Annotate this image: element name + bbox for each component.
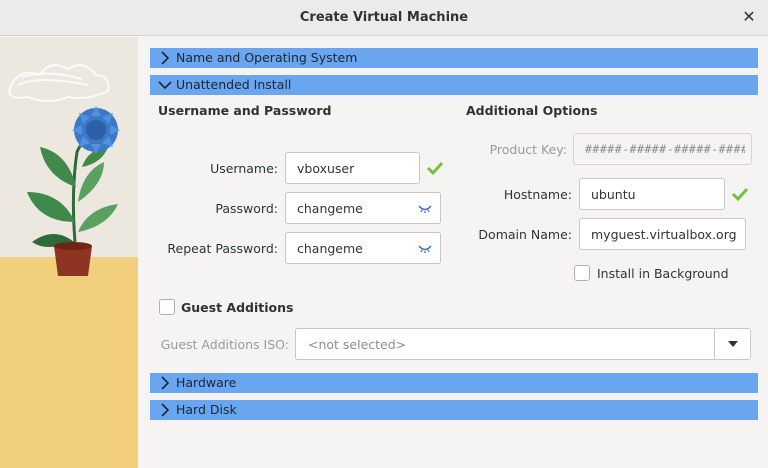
domain-name-label: Domain Name: [478,227,572,242]
username-field[interactable]: vboxuser [285,152,420,184]
hostname-value: ubuntu [591,187,636,202]
username-password-heading: Username and Password [158,103,332,118]
install-background-checkbox[interactable] [574,265,590,281]
section-hard-disk-label: Hard Disk [176,402,237,417]
eye-icon[interactable] [418,242,432,254]
domain-name-value: myguest.virtualbox.org [591,227,737,242]
guest-additions-checkbox[interactable] [159,299,175,315]
additional-options-heading: Additional Options [466,103,598,118]
title-bar: Create Virtual Machine ✕ [0,0,768,36]
dropdown-arrow-icon [728,341,738,347]
guest-additions-iso-value: <not selected> [308,337,407,352]
plant-illustration [0,37,138,468]
dropdown-button[interactable] [714,329,750,359]
chevron-right-icon [161,403,170,417]
guest-additions-iso-select[interactable]: <not selected> [295,328,751,360]
section-unattended-label: Unattended Install [176,77,292,92]
repeat-password-value: changeme [297,241,363,256]
username-label: Username: [210,161,278,176]
chevron-right-icon [161,376,170,390]
product-key-value: #####-#####-#####-#### [585,142,745,156]
install-background-label[interactable]: Install in Background [597,266,729,281]
username-value: vboxuser [297,161,355,176]
checkmark-icon [731,187,749,202]
product-key-label: Product Key: [489,142,567,157]
password-field[interactable]: changeme [285,192,441,224]
repeat-password-label: Repeat Password: [167,241,278,256]
password-value: changeme [297,201,363,216]
window-title: Create Virtual Machine [299,10,469,25]
section-hard-disk[interactable]: Hard Disk [150,400,758,420]
product-key-field: #####-#####-#####-#### [573,133,752,165]
chevron-down-icon [158,81,172,90]
close-icon[interactable]: ✕ [740,8,758,26]
section-name-os-label: Name and Operating System [176,50,358,65]
guest-additions-label[interactable]: Guest Additions [181,300,293,315]
eye-icon[interactable] [418,202,432,214]
section-hardware-label: Hardware [176,375,237,390]
hostname-field[interactable]: ubuntu [579,178,725,210]
guest-additions-iso-label: Guest Additions ISO: [160,337,289,352]
section-hardware[interactable]: Hardware [150,373,758,393]
repeat-password-field[interactable]: changeme [285,232,441,264]
plant-drawing [8,64,120,276]
checkmark-icon [426,161,444,176]
section-unattended[interactable]: Unattended Install [150,75,758,95]
wizard-content: Name and Operating System Unattended Ins… [138,37,768,468]
hostname-label: Hostname: [503,187,572,202]
section-name-os[interactable]: Name and Operating System [150,48,758,68]
password-label: Password: [215,201,278,216]
chevron-right-icon [161,51,170,65]
domain-name-field[interactable]: myguest.virtualbox.org [579,218,746,250]
